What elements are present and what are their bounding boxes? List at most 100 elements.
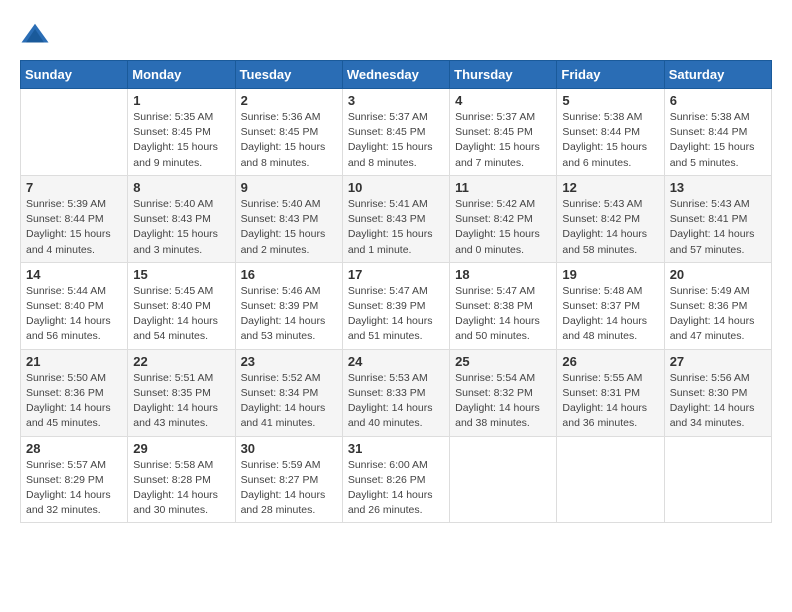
day-cell: 10 Sunrise: 5:41 AM Sunset: 8:43 PM Dayli… [342, 175, 449, 262]
day-number: 28 [26, 441, 122, 456]
day-info: Sunrise: 5:40 AM Sunset: 8:43 PM Dayligh… [133, 197, 229, 258]
day-number: 4 [455, 93, 551, 108]
day-info: Sunrise: 5:57 AM Sunset: 8:29 PM Dayligh… [26, 458, 122, 519]
header-day-wednesday: Wednesday [342, 61, 449, 89]
day-number: 15 [133, 267, 229, 282]
day-number: 23 [241, 354, 337, 369]
day-info: Sunrise: 5:37 AM Sunset: 8:45 PM Dayligh… [348, 110, 444, 171]
week-row-1: 1 Sunrise: 5:35 AM Sunset: 8:45 PM Daylig… [21, 89, 772, 176]
day-info: Sunrise: 5:51 AM Sunset: 8:35 PM Dayligh… [133, 371, 229, 432]
day-info: Sunrise: 5:43 AM Sunset: 8:41 PM Dayligh… [670, 197, 766, 258]
day-cell: 8 Sunrise: 5:40 AM Sunset: 8:43 PM Daylig… [128, 175, 235, 262]
day-cell: 29Sunrise: 5:58 AM Sunset: 8:28 PM Dayli… [128, 436, 235, 523]
logo-icon [20, 20, 50, 50]
day-info: Sunrise: 5:45 AM Sunset: 8:40 PM Dayligh… [133, 284, 229, 345]
day-cell: 2 Sunrise: 5:36 AM Sunset: 8:45 PM Daylig… [235, 89, 342, 176]
day-number: 31 [348, 441, 444, 456]
day-cell [450, 436, 557, 523]
day-cell: 6 Sunrise: 5:38 AM Sunset: 8:44 PM Daylig… [664, 89, 771, 176]
day-cell: 20 Sunrise: 5:49 AM Sunset: 8:36 PM Dayli… [664, 262, 771, 349]
day-cell: 19 Sunrise: 5:48 AM Sunset: 8:37 PM Dayli… [557, 262, 664, 349]
day-cell: 7 Sunrise: 5:39 AM Sunset: 8:44 PM Daylig… [21, 175, 128, 262]
day-cell: 15 Sunrise: 5:45 AM Sunset: 8:40 PM Dayli… [128, 262, 235, 349]
day-info: Sunrise: 5:42 AM Sunset: 8:42 PM Dayligh… [455, 197, 551, 258]
day-number: 30 [241, 441, 337, 456]
header-day-tuesday: Tuesday [235, 61, 342, 89]
day-number: 10 [348, 180, 444, 195]
day-info: Sunrise: 5:36 AM Sunset: 8:45 PM Dayligh… [241, 110, 337, 171]
day-cell: 31 Sunrise: 6:00 AM Sunset: 8:26 PM Dayli… [342, 436, 449, 523]
day-info: Sunrise: 5:54 AM Sunset: 8:32 PM Dayligh… [455, 371, 551, 432]
day-number: 1 [133, 93, 229, 108]
calendar-body: 1 Sunrise: 5:35 AM Sunset: 8:45 PM Daylig… [21, 89, 772, 523]
day-number: 7 [26, 180, 122, 195]
day-number: 14 [26, 267, 122, 282]
day-number: 20 [670, 267, 766, 282]
day-cell: 1 Sunrise: 5:35 AM Sunset: 8:45 PM Daylig… [128, 89, 235, 176]
day-number: 8 [133, 180, 229, 195]
week-row-3: 14Sunrise: 5:44 AM Sunset: 8:40 PM Dayli… [21, 262, 772, 349]
day-cell: 13 Sunrise: 5:43 AM Sunset: 8:41 PM Dayli… [664, 175, 771, 262]
day-cell: 9Sunrise: 5:40 AM Sunset: 8:43 PM Daylig… [235, 175, 342, 262]
day-info: Sunrise: 5:41 AM Sunset: 8:43 PM Dayligh… [348, 197, 444, 258]
day-cell [21, 89, 128, 176]
day-info: Sunrise: 5:47 AM Sunset: 8:38 PM Dayligh… [455, 284, 551, 345]
day-number: 17 [348, 267, 444, 282]
day-cell: 22 Sunrise: 5:51 AM Sunset: 8:35 PM Dayli… [128, 349, 235, 436]
day-info: Sunrise: 5:53 AM Sunset: 8:33 PM Dayligh… [348, 371, 444, 432]
day-number: 16 [241, 267, 337, 282]
day-info: Sunrise: 5:47 AM Sunset: 8:39 PM Dayligh… [348, 284, 444, 345]
day-cell: 4 Sunrise: 5:37 AM Sunset: 8:45 PM Daylig… [450, 89, 557, 176]
day-number: 3 [348, 93, 444, 108]
day-number: 21 [26, 354, 122, 369]
day-info: Sunrise: 5:46 AM Sunset: 8:39 PM Dayligh… [241, 284, 337, 345]
day-number: 22 [133, 354, 229, 369]
day-number: 11 [455, 180, 551, 195]
day-cell: 16 Sunrise: 5:46 AM Sunset: 8:39 PM Dayli… [235, 262, 342, 349]
calendar-table: SundayMondayTuesdayWednesdayThursdayFrid… [20, 60, 772, 523]
day-cell: 18 Sunrise: 5:47 AM Sunset: 8:38 PM Dayli… [450, 262, 557, 349]
day-cell: 24 Sunrise: 5:53 AM Sunset: 8:33 PM Dayli… [342, 349, 449, 436]
day-cell: 11 Sunrise: 5:42 AM Sunset: 8:42 PM Dayli… [450, 175, 557, 262]
day-number: 5 [562, 93, 658, 108]
week-row-5: 28 Sunrise: 5:57 AM Sunset: 8:29 PM Dayli… [21, 436, 772, 523]
day-number: 19 [562, 267, 658, 282]
day-number: 29 [133, 441, 229, 456]
day-cell: 5Sunrise: 5:38 AM Sunset: 8:44 PM Daylig… [557, 89, 664, 176]
day-cell: 17 Sunrise: 5:47 AM Sunset: 8:39 PM Dayli… [342, 262, 449, 349]
day-number: 9 [241, 180, 337, 195]
day-info: Sunrise: 5:38 AM Sunset: 8:44 PM Dayligh… [670, 110, 766, 171]
day-number: 27 [670, 354, 766, 369]
day-cell: 12Sunrise: 5:43 AM Sunset: 8:42 PM Dayli… [557, 175, 664, 262]
week-row-2: 7 Sunrise: 5:39 AM Sunset: 8:44 PM Daylig… [21, 175, 772, 262]
header-row: SundayMondayTuesdayWednesdayThursdayFrid… [21, 61, 772, 89]
week-row-4: 21 Sunrise: 5:50 AM Sunset: 8:36 PM Dayli… [21, 349, 772, 436]
header-day-sunday: Sunday [21, 61, 128, 89]
day-number: 6 [670, 93, 766, 108]
day-cell: 25Sunrise: 5:54 AM Sunset: 8:32 PM Dayli… [450, 349, 557, 436]
day-number: 13 [670, 180, 766, 195]
day-info: Sunrise: 5:55 AM Sunset: 8:31 PM Dayligh… [562, 371, 658, 432]
day-cell: 30 Sunrise: 5:59 AM Sunset: 8:27 PM Dayli… [235, 436, 342, 523]
day-info: Sunrise: 5:35 AM Sunset: 8:45 PM Dayligh… [133, 110, 229, 171]
page-header [20, 20, 772, 50]
day-number: 18 [455, 267, 551, 282]
day-info: Sunrise: 5:48 AM Sunset: 8:37 PM Dayligh… [562, 284, 658, 345]
day-cell: 3 Sunrise: 5:37 AM Sunset: 8:45 PM Daylig… [342, 89, 449, 176]
day-cell: 21 Sunrise: 5:50 AM Sunset: 8:36 PM Dayli… [21, 349, 128, 436]
day-number: 2 [241, 93, 337, 108]
day-info: Sunrise: 5:59 AM Sunset: 8:27 PM Dayligh… [241, 458, 337, 519]
day-cell: 26 Sunrise: 5:55 AM Sunset: 8:31 PM Dayli… [557, 349, 664, 436]
day-info: Sunrise: 5:50 AM Sunset: 8:36 PM Dayligh… [26, 371, 122, 432]
day-info: Sunrise: 5:39 AM Sunset: 8:44 PM Dayligh… [26, 197, 122, 258]
day-number: 26 [562, 354, 658, 369]
header-day-friday: Friday [557, 61, 664, 89]
day-info: Sunrise: 5:49 AM Sunset: 8:36 PM Dayligh… [670, 284, 766, 345]
day-cell [557, 436, 664, 523]
day-info: Sunrise: 6:00 AM Sunset: 8:26 PM Dayligh… [348, 458, 444, 519]
day-number: 24 [348, 354, 444, 369]
logo [20, 20, 54, 50]
day-info: Sunrise: 5:37 AM Sunset: 8:45 PM Dayligh… [455, 110, 551, 171]
day-cell [664, 436, 771, 523]
header-day-monday: Monday [128, 61, 235, 89]
